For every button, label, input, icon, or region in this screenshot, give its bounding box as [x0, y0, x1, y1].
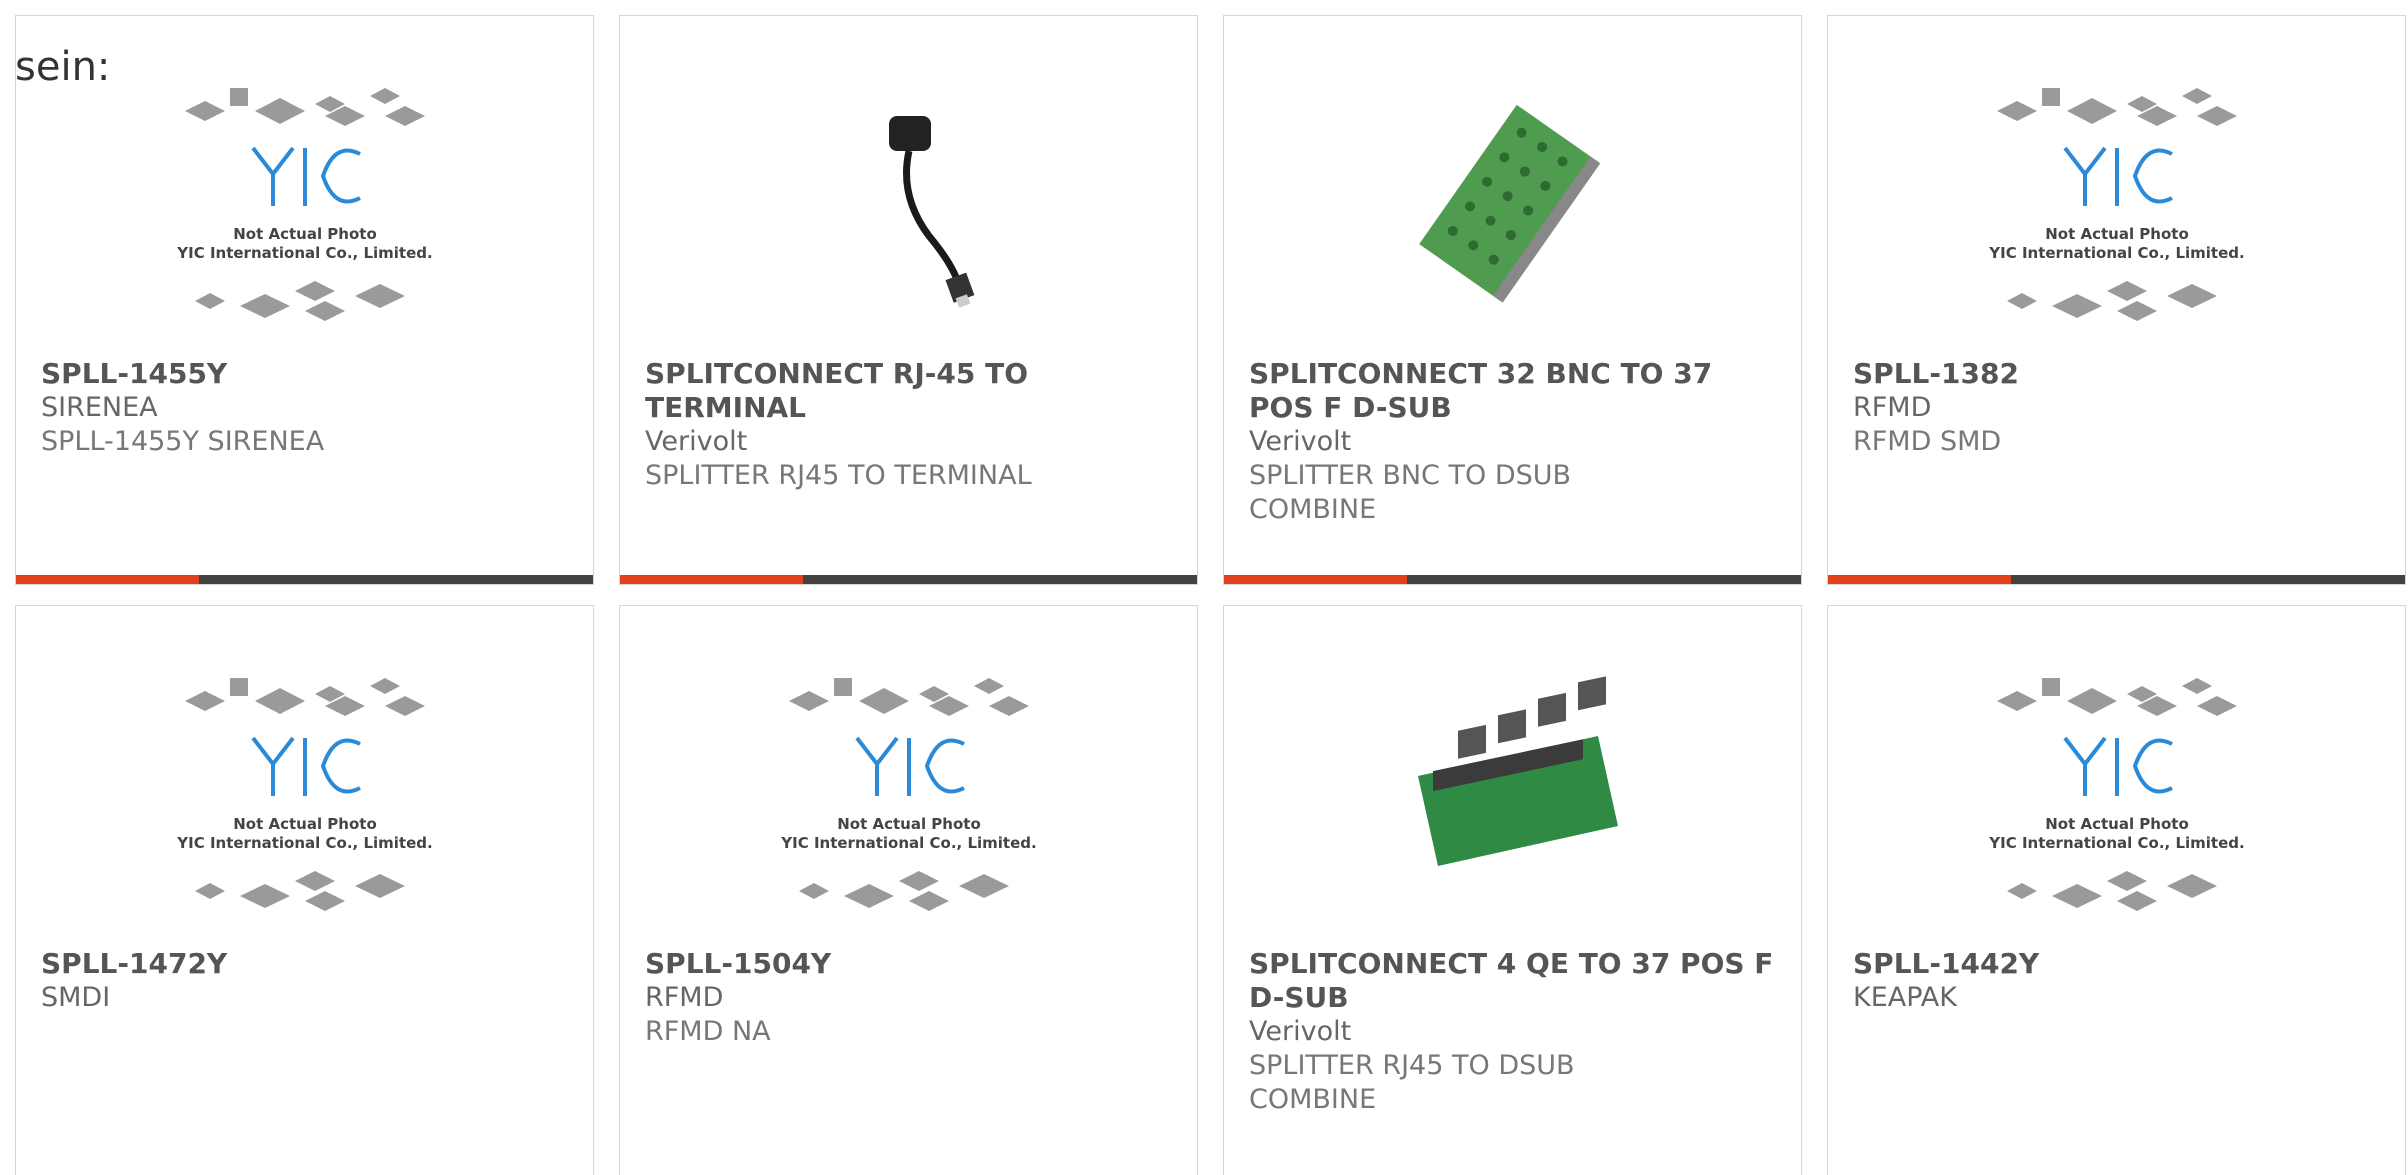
placeholder-line1: Not Actual Photo — [233, 225, 377, 243]
yic-placeholder-logo-icon: Not Actual Photo YIC International Co., … — [176, 88, 432, 321]
placeholder-line1: Not Actual Photo — [233, 815, 377, 833]
product-description: SPLITTER RJ45 TO DSUB — [1249, 1050, 1575, 1081]
product-manufacturer: Verivolt — [1249, 426, 1352, 457]
product-title-link[interactable]: SPLL-1455Y — [41, 357, 568, 391]
product-description-2: COMBINE — [1249, 1084, 1377, 1115]
yic-placeholder-logo-icon: Not Actual Photo YIC International Co., … — [176, 678, 432, 911]
placeholder-line1: Not Actual Photo — [2045, 225, 2189, 243]
card-bottom-bar — [1828, 575, 2405, 584]
product-image[interactable] — [1224, 666, 1801, 951]
product-image[interactable]: Not Actual Photo YIC International Co., … — [1828, 666, 2405, 951]
product-description: SPLITTER RJ45 TO TERMINAL — [645, 460, 1032, 491]
product-card[interactable]: SPLITCONNECT 4 QE TO 37 POS F D-SUB Veri… — [1223, 605, 1802, 1175]
product-image[interactable]: Not Actual Photo YIC International Co., … — [16, 76, 593, 361]
product-description: RFMD NA — [645, 1016, 771, 1047]
product-manufacturer: SIRENEA — [41, 392, 158, 423]
product-card[interactable]: Not Actual Photo YIC International Co., … — [15, 605, 594, 1175]
placeholder-line2: YIC International Co., Limited. — [780, 834, 1036, 852]
card-bottom-bar — [620, 575, 1197, 584]
product-title-link[interactable]: SPLITCONNECT RJ-45 TO TERMINAL — [645, 357, 1172, 425]
product-manufacturer: Verivolt — [1249, 1016, 1352, 1047]
product-manufacturer: KEAPAK — [1853, 982, 1957, 1013]
product-card[interactable]: SPLITCONNECT RJ-45 TO TERMINAL Verivolt … — [619, 15, 1198, 585]
product-image[interactable]: Not Actual Photo YIC International Co., … — [16, 666, 593, 951]
product-description-2: COMBINE — [1249, 494, 1377, 525]
product-card[interactable]: Not Actual Photo YIC International Co., … — [619, 605, 1198, 1175]
placeholder-line2: YIC International Co., Limited. — [1988, 834, 2244, 852]
product-manufacturer: RFMD — [1853, 392, 1932, 423]
yic-placeholder-logo-icon: Not Actual Photo YIC International Co., … — [1988, 678, 2244, 911]
product-description: SPLITTER BNC TO DSUB — [1249, 460, 1572, 491]
product-card[interactable]: Not Actual Photo YIC International Co., … — [1827, 605, 2406, 1175]
rj45-cable-photo-icon — [888, 116, 974, 308]
product-description: RFMD SMD — [1853, 426, 2002, 457]
product-title-link[interactable]: SPLL-1472Y — [41, 947, 568, 981]
product-title-link[interactable]: SPLL-1442Y — [1853, 947, 2380, 981]
product-title-link[interactable]: SPLL-1504Y — [645, 947, 1172, 981]
product-title-link[interactable]: SPLITCONNECT 32 BNC TO 37 POS F D-SUB — [1249, 357, 1776, 425]
yic-placeholder-logo-icon: Not Actual Photo YIC International Co., … — [780, 678, 1036, 911]
product-manufacturer: RFMD — [645, 982, 724, 1013]
card-bottom-bar — [16, 575, 593, 584]
product-image[interactable]: Not Actual Photo YIC International Co., … — [620, 666, 1197, 951]
placeholder-line2: YIC International Co., Limited. — [1988, 244, 2244, 262]
card-bottom-bar — [1224, 575, 1801, 584]
product-card[interactable]: SPLITCONNECT 32 BNC TO 37 POS F D-SUB Ve… — [1223, 15, 1802, 585]
placeholder-line2: YIC International Co., Limited. — [176, 834, 432, 852]
product-title-link[interactable]: SPLL-1382 — [1853, 357, 2380, 391]
product-image[interactable] — [620, 76, 1197, 361]
placeholder-line1: Not Actual Photo — [837, 815, 981, 833]
product-title-link[interactable]: SPLITCONNECT 4 QE TO 37 POS F D-SUB — [1249, 947, 1776, 1015]
product-card[interactable]: Not Actual Photo YIC International Co., … — [1827, 15, 2406, 585]
intro-text: sein: — [15, 44, 111, 90]
product-description: SPLL-1455Y SIRENEA — [41, 426, 325, 457]
product-image[interactable] — [1224, 76, 1801, 361]
product-manufacturer: SMDI — [41, 982, 111, 1013]
placeholder-line1: Not Actual Photo — [2045, 815, 2189, 833]
product-image[interactable]: Not Actual Photo YIC International Co., … — [1828, 76, 2405, 361]
bnc-board-photo-icon — [1418, 104, 1600, 303]
rj45-board-photo-icon — [1417, 676, 1618, 866]
product-card[interactable]: Not Actual Photo YIC International Co., … — [15, 15, 594, 585]
placeholder-line2: YIC International Co., Limited. — [176, 244, 432, 262]
product-manufacturer: Verivolt — [645, 426, 748, 457]
yic-placeholder-logo-icon: Not Actual Photo YIC International Co., … — [1988, 88, 2244, 321]
